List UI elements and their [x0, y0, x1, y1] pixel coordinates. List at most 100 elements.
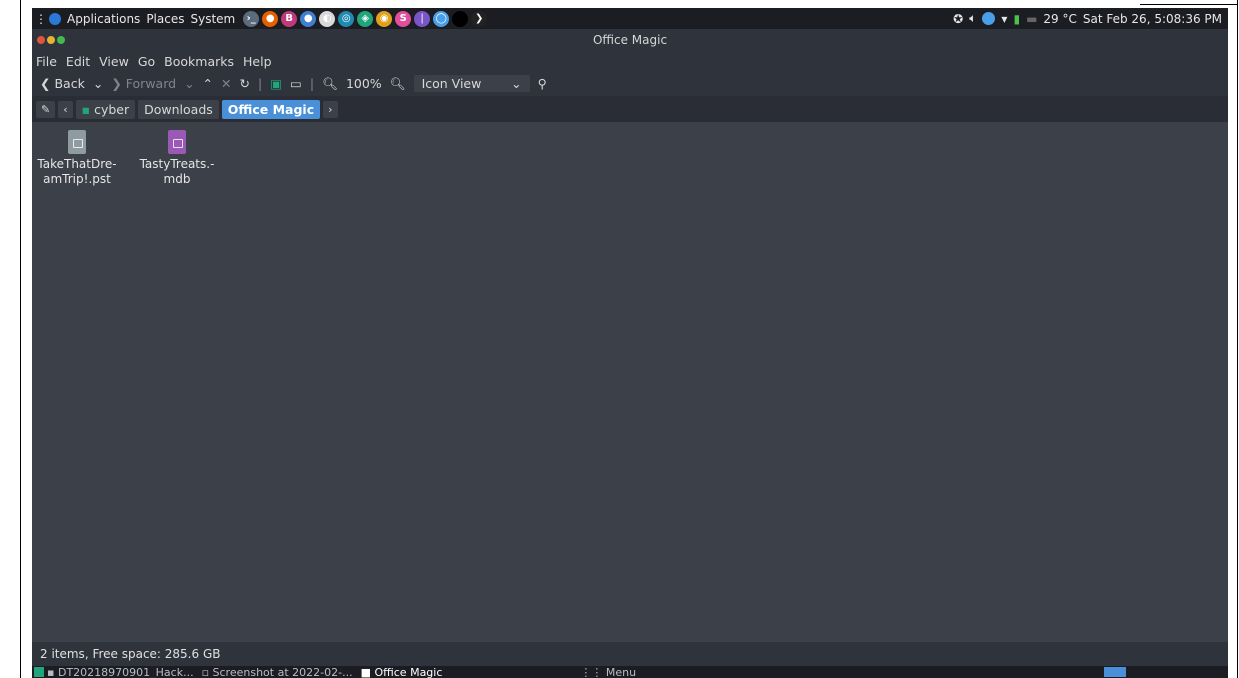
- back-history-dropdown[interactable]: ⌄: [93, 76, 103, 91]
- distro-logo-icon[interactable]: [49, 12, 61, 25]
- tray-status-icon[interactable]: ✪: [953, 12, 963, 26]
- menu-file[interactable]: File: [36, 54, 57, 69]
- folder-icon: ■: [360, 666, 371, 678]
- breadcrumb-downloads[interactable]: Downloads: [138, 99, 219, 119]
- app-icon-teal[interactable]: ◎: [338, 10, 355, 27]
- toggle-location-button[interactable]: ✎: [36, 100, 56, 118]
- chrome-icon[interactable]: ◉: [376, 10, 393, 27]
- frame-border-right: [1237, 0, 1238, 678]
- stop-button[interactable]: ✕: [221, 76, 231, 91]
- path-scroll-left-button[interactable]: ‹: [58, 100, 73, 118]
- document-icon: ▪: [47, 666, 55, 678]
- reload-button[interactable]: ↻: [240, 76, 250, 91]
- chevron-down-icon: ⌄: [184, 76, 195, 91]
- outlook-data-file-icon: [68, 130, 86, 154]
- window-title: Office Magic: [592, 33, 668, 47]
- terminal-icon[interactable]: ›_: [243, 10, 260, 27]
- taskbar-item-office-magic[interactable]: ■ Office Magic: [361, 666, 443, 678]
- zoom-level: 100%: [345, 76, 382, 91]
- wifi-icon[interactable]: ▾: [1001, 12, 1007, 26]
- panel-menu-applications[interactable]: Applications: [67, 12, 140, 26]
- search-button[interactable]: ⚲: [538, 76, 547, 91]
- window-titlebar[interactable]: Office Magic: [32, 29, 1228, 51]
- app-icon-flame[interactable]: ◐: [319, 10, 336, 27]
- clock-readout[interactable]: Sat Feb 26, 5:08:36 PM: [1083, 12, 1222, 26]
- file-name: TakeThatDre-amTrip!.pst: [37, 157, 117, 186]
- monitor-icon: ▭: [290, 76, 302, 91]
- path-bar: ✎ ‹ ▪ cyber Downloads Office Magic ›: [32, 96, 1228, 122]
- panel-menu-system[interactable]: System: [190, 12, 235, 26]
- home-icon: ▣: [270, 76, 283, 91]
- zoom-out-button[interactable]: 🔍︎: [322, 76, 338, 92]
- bottom-taskbar: ▪ DT20218970901_Hack... ▫ Screenshot at …: [32, 666, 1228, 678]
- database-file-icon: [168, 130, 186, 154]
- cpu-meter-icon: ▬: [1026, 11, 1038, 26]
- panel-handle-icon: ⋮: [35, 11, 47, 26]
- weather-readout[interactable]: 29 °C: [1043, 12, 1076, 26]
- notes-app-icon[interactable]: [982, 12, 996, 25]
- reload-icon: ↻: [239, 76, 250, 91]
- firefox-icon[interactable]: ●: [262, 10, 279, 27]
- desktop-screen: ⋮ Applications Places System ›_ ● B ● ◐ ◎ ◈ ◉ S ❘ ◯ ❯…: [32, 8, 1228, 678]
- panel-menus: Applications Places System: [67, 12, 241, 26]
- launcher-bar: ›_ ● B ● ◐ ◎ ◈ ◉ S ❘ ◯ ❯: [243, 10, 488, 27]
- file-item-pst[interactable]: TakeThatDre-amTrip!.pst: [37, 130, 117, 187]
- forward-history-dropdown[interactable]: ⌄: [184, 76, 194, 91]
- chevron-up-icon: ⌃: [202, 76, 214, 91]
- view-mode-select[interactable]: Icon View ⌄: [413, 75, 530, 92]
- path-scroll-right-button[interactable]: ›: [323, 100, 338, 118]
- toolbar-divider: |: [258, 76, 263, 91]
- chevron-right-icon: ›: [328, 102, 333, 116]
- menu-go[interactable]: Go: [138, 54, 155, 69]
- show-desktop-icon[interactable]: [34, 667, 44, 677]
- app-icon-orange[interactable]: S: [395, 10, 412, 27]
- chevron-down-icon: ⌄: [511, 76, 522, 91]
- breadcrumb-cyber[interactable]: ▪ cyber: [75, 99, 136, 119]
- file-item-mdb[interactable]: TastyTreats.-mdb: [137, 130, 217, 187]
- computer-button[interactable]: ▭: [290, 76, 302, 91]
- volume-icon[interactable]: 🔈︎: [969, 11, 976, 26]
- panel-menu-places[interactable]: Places: [146, 12, 184, 26]
- app-icon-blue[interactable]: ●: [300, 10, 317, 27]
- app-icon-pink[interactable]: B: [281, 10, 298, 27]
- file-view[interactable]: TakeThatDre-amTrip!.pst TastyTreats.-mdb: [32, 122, 1228, 642]
- taskbar-item-screenshot[interactable]: ▫ Screenshot at 2022-02-...: [202, 666, 353, 678]
- system-panel: ⋮ Applications Places System ›_ ● B ● ◐ ◎ ◈ ◉ S ❘ ◯ ❯…: [32, 8, 1228, 29]
- app-icon-green[interactable]: ◈: [357, 10, 374, 27]
- toolbar-divider: |: [309, 76, 315, 91]
- frame-border-left: [20, 0, 21, 678]
- app-icon-cyan[interactable]: ◯: [433, 10, 450, 27]
- menu-edit[interactable]: Edit: [66, 54, 90, 69]
- taskbar-item-document[interactable]: ▪ DT20218970901_Hack...: [47, 666, 194, 678]
- chevron-left-icon: ❮: [40, 76, 51, 91]
- menu-help[interactable]: Help: [243, 54, 272, 69]
- search-icon: ⚲: [537, 76, 547, 91]
- pencil-icon: ✎: [41, 102, 51, 116]
- breadcrumb-office-magic[interactable]: Office Magic: [221, 99, 321, 119]
- status-bar: 2 items, Free space: 285.6 GB: [32, 642, 1228, 666]
- up-button[interactable]: ⌃: [203, 76, 213, 91]
- battery-icon[interactable]: ▮: [1013, 12, 1020, 26]
- feather-icon[interactable]: ❘: [414, 10, 431, 27]
- chevron-right-icon: ❯: [111, 76, 122, 91]
- toolbar: ❮ Back ⌄ ❯ Forward ⌄ ⌃ ✕ ↻ | ▣ ▭ | 🔍︎ 10…: [32, 71, 1228, 96]
- zoom-in-button[interactable]: 🔍︎: [390, 76, 406, 92]
- home-button[interactable]: ▣: [270, 76, 282, 91]
- menu-view[interactable]: View: [99, 54, 129, 69]
- app-icon-dark[interactable]: ❯: [471, 10, 488, 27]
- frame-border-top: [1140, 4, 1238, 5]
- menu-bar: File Edit View Go Bookmarks Help: [32, 51, 1228, 71]
- system-tray: ✪ 🔈︎ ▾ ▮ ▬ 29 °C Sat Feb 26, 5:08:36 PM: [953, 8, 1222, 29]
- workspace-switcher[interactable]: [1104, 667, 1127, 677]
- chevron-down-icon: ⌄: [92, 76, 104, 91]
- home-folder-icon: ▪: [81, 101, 91, 117]
- terminal-black-icon[interactable]: [452, 10, 469, 27]
- menu-bookmarks[interactable]: Bookmarks: [164, 54, 234, 69]
- taskbar-menu-button[interactable]: ⋮⋮ Menu: [580, 666, 636, 678]
- screenshot-icon: ▫: [201, 666, 210, 678]
- close-icon: ✕: [221, 76, 232, 91]
- back-button[interactable]: ❮ Back: [40, 76, 85, 91]
- forward-button[interactable]: ❯ Forward: [111, 76, 176, 91]
- menu-grid-icon: ⋮⋮: [580, 666, 603, 678]
- chevron-left-icon: ‹: [63, 102, 68, 116]
